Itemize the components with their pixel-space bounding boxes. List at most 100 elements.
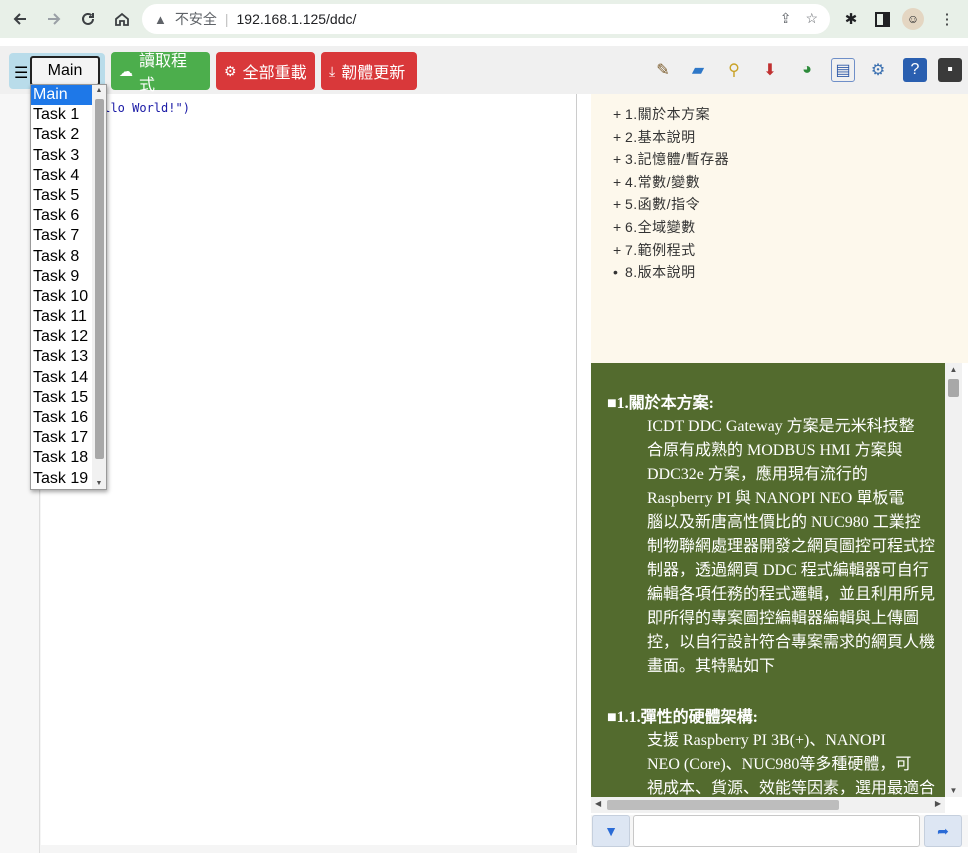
task-option[interactable]: Task 18 bbox=[31, 448, 93, 468]
edit-note-icon[interactable]: ✎ bbox=[651, 58, 675, 82]
reload-icon bbox=[82, 12, 94, 25]
help-icon[interactable]: ? bbox=[903, 58, 927, 82]
scroll-down-icon[interactable]: ▼ bbox=[92, 480, 106, 487]
extensions-icon[interactable]: ✱ bbox=[840, 8, 862, 30]
task-option[interactable]: Task 2 bbox=[31, 125, 93, 145]
address-divider: | bbox=[224, 11, 229, 27]
reload-button[interactable] bbox=[76, 7, 100, 31]
reload-all-label: 全部重載 bbox=[242, 65, 307, 82]
gears-icon: ⚙ bbox=[224, 62, 237, 79]
help-toc: +1.關於本方案 +2.基本說明 +3.記憶體/暫存器 +4.常數/變數 +5.函數/指… bbox=[591, 94, 968, 363]
toc-item[interactable]: +5.函數/指令 bbox=[613, 194, 700, 214]
paragraph-line: 腦以及新唐高性價比的 NUC980 工業控 bbox=[647, 514, 921, 531]
task-option[interactable]: Task 13 bbox=[31, 347, 93, 367]
reload-all-button[interactable]: ⚙ 全部重載 bbox=[216, 52, 315, 90]
toc-item[interactable]: +2.基本說明 bbox=[613, 127, 696, 147]
paragraph-line: 視成本、貨源、效能等因素，選用最適合 bbox=[647, 780, 936, 797]
terminal-icon[interactable]: ▪ bbox=[938, 58, 962, 82]
toc-item-label: 6.全域變數 bbox=[625, 219, 696, 235]
task-option[interactable]: Task 15 bbox=[31, 388, 93, 408]
task-option[interactable]: Task 6 bbox=[31, 206, 93, 226]
expand-plus-icon: + bbox=[613, 173, 622, 190]
firmware-update-button[interactable]: ⤓ 韌體更新 bbox=[321, 52, 417, 90]
task-option[interactable]: Task 1 bbox=[31, 105, 93, 125]
code-line[interactable]: ello World!") bbox=[96, 101, 190, 115]
more-menu-icon[interactable]: ⋮ bbox=[936, 8, 958, 30]
paragraph-line: 編輯各項任務的程式邏輯，並且利用所見 bbox=[647, 586, 936, 603]
task-option[interactable]: Task 7 bbox=[31, 226, 93, 246]
home-icon bbox=[115, 12, 129, 26]
task-option[interactable]: Task 10 bbox=[31, 287, 93, 307]
forward-button[interactable] bbox=[42, 7, 66, 31]
window-list-icon[interactable]: ▤ bbox=[831, 58, 855, 82]
toc-item-label: 3.記憶體/暫存器 bbox=[625, 151, 730, 168]
subsection-body: 支援 Raspberry PI 3B(+)、NANOPI NEO (Core)、N… bbox=[607, 729, 937, 797]
share-arrow-icon: ➦ bbox=[937, 822, 949, 839]
task-option[interactable]: Task 12 bbox=[31, 327, 93, 347]
send-button[interactable]: ➦ bbox=[924, 815, 962, 847]
dropdown-scrollbar[interactable]: ▲ ▼ bbox=[92, 85, 106, 489]
arrow-right-icon bbox=[48, 13, 61, 25]
toc-item-label: 5.函數/指令 bbox=[625, 196, 701, 213]
dropdown-scroll-thumb[interactable] bbox=[95, 99, 104, 459]
read-program-button[interactable]: ☁ 讀取程式 bbox=[111, 52, 210, 94]
paragraph-line: Raspberry PI 與 NANOPI NEO 單板電 bbox=[647, 490, 905, 507]
save-download-icon[interactable]: ⬇ bbox=[758, 58, 782, 82]
task-dropdown-list[interactable]: Main Task 1 Task 2 Task 3 Task 4 Task 5 Task 6… bbox=[30, 84, 107, 490]
broom-icon[interactable]: ⚲ bbox=[722, 58, 746, 82]
back-button[interactable] bbox=[8, 7, 32, 31]
scroll-right-icon[interactable]: ▶ bbox=[935, 799, 941, 808]
expand-button[interactable]: ▼ bbox=[592, 815, 630, 847]
task-select[interactable]: Main bbox=[30, 56, 100, 86]
task-option[interactable]: Task 3 bbox=[31, 146, 93, 166]
toc-item[interactable]: +6.全域變數 bbox=[613, 217, 696, 237]
task-option[interactable]: Task 17 bbox=[31, 428, 93, 448]
task-options: Main Task 1 Task 2 Task 3 Task 4 Task 5 Task 6… bbox=[31, 85, 93, 489]
warning-icon[interactable]: ▲ bbox=[154, 12, 167, 27]
code-area[interactable] bbox=[41, 94, 577, 845]
task-option[interactable]: Main bbox=[31, 85, 93, 106]
side-panel-icon[interactable] bbox=[871, 8, 893, 30]
scroll-up-icon[interactable]: ▲ bbox=[92, 87, 106, 94]
section-body: ICDT DDC Gateway 方案是元米科技整 合原有成熟的 MODBUS H… bbox=[607, 415, 937, 679]
share-icon[interactable]: ⇪ bbox=[780, 10, 792, 27]
help-hscroll-thumb[interactable] bbox=[607, 800, 839, 810]
command-row: ▼ ➦ bbox=[591, 815, 968, 847]
profile-avatar[interactable]: ☺ bbox=[902, 8, 924, 30]
help-vertical-scrollbar[interactable]: ▲ ▼ bbox=[945, 363, 962, 797]
expand-plus-icon: + bbox=[613, 128, 622, 145]
toc-item[interactable]: +3.記憶體/暫存器 bbox=[613, 149, 729, 169]
section-title: ■1.關於本方案: bbox=[607, 395, 714, 412]
paragraph-line: 控，以自行設計符合專案需求的網頁人機 bbox=[647, 634, 936, 651]
browser-toolbar: ▲ 不安全 | 192.168.1.125/ddc/ ⇪ ☆ ✱ ☺ ⋮ bbox=[0, 0, 968, 38]
bookmark-star-icon[interactable]: ☆ bbox=[805, 10, 818, 27]
help-scroll-thumb[interactable] bbox=[948, 379, 959, 397]
toc-item[interactable]: +7.範例程式 bbox=[613, 240, 696, 260]
toc-item[interactable]: • 8.版本說明 bbox=[613, 262, 696, 282]
toc-item[interactable]: +4.常數/變數 bbox=[613, 172, 700, 192]
scroll-left-icon[interactable]: ◀ bbox=[595, 799, 601, 808]
url-text[interactable]: 192.168.1.125/ddc/ bbox=[237, 11, 357, 27]
address-bar[interactable]: ▲ 不安全 | 192.168.1.125/ddc/ ⇪ ☆ bbox=[142, 4, 830, 34]
expand-plus-icon: + bbox=[613, 106, 622, 122]
help-horizontal-scrollbar[interactable]: ◀ ▶ bbox=[591, 797, 945, 813]
scroll-down-icon[interactable]: ▼ bbox=[945, 786, 962, 795]
task-option[interactable]: Task 4 bbox=[31, 166, 93, 186]
scroll-up-icon[interactable]: ▲ bbox=[945, 365, 962, 374]
task-option[interactable]: Task 5 bbox=[31, 186, 93, 206]
settings-gear-icon[interactable]: ⚙ bbox=[866, 58, 890, 82]
globe-icon[interactable]: ◕ bbox=[795, 58, 819, 82]
toc-item[interactable]: +1.關於本方案 bbox=[613, 104, 710, 124]
task-option[interactable]: Task 8 bbox=[31, 247, 93, 267]
expand-plus-icon: + bbox=[613, 196, 622, 213]
task-option[interactable]: Task 14 bbox=[31, 368, 93, 388]
task-option[interactable]: Task 9 bbox=[31, 267, 93, 287]
open-folder-icon[interactable]: ▰ bbox=[686, 58, 710, 82]
paragraph-line: NEO (Core)、NUC980等多種硬體，可 bbox=[647, 756, 912, 773]
task-option[interactable]: Task 16 bbox=[31, 408, 93, 428]
subsection-title: ■1.1.彈性的硬體架構: bbox=[607, 709, 758, 726]
task-option[interactable]: Task 19 bbox=[31, 469, 93, 489]
command-input[interactable] bbox=[633, 815, 920, 847]
home-button[interactable] bbox=[110, 7, 134, 31]
task-option[interactable]: Task 11 bbox=[31, 307, 93, 327]
